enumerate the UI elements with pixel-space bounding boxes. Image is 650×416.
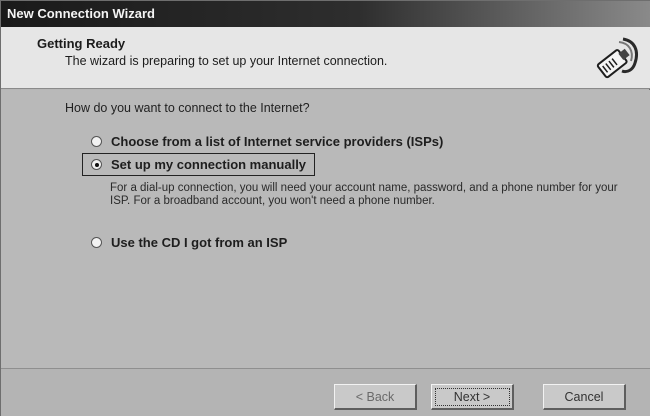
wizard-body: How do you want to connect to the Intern…: [1, 90, 650, 368]
radio-setup-manually[interactable]: [91, 159, 102, 170]
radio-choose-isp[interactable]: [91, 136, 102, 147]
title-bar: New Connection Wizard: [1, 1, 650, 27]
option-choose-isp[interactable]: Choose from a list of Internet service p…: [91, 134, 443, 149]
connection-question: How do you want to connect to the Intern…: [65, 101, 310, 115]
wizard-window: New Connection Wizard Getting Ready The …: [0, 0, 650, 416]
header-title: Getting Ready: [37, 36, 126, 51]
header-subtitle: The wizard is preparing to set up your I…: [65, 54, 388, 68]
option-choose-isp-label: Choose from a list of Internet service p…: [111, 134, 444, 149]
option-use-cd[interactable]: Use the CD I got from an ISP: [91, 235, 287, 250]
wizard-footer: < Back Next > Cancel: [1, 368, 650, 416]
window-title: New Connection Wizard: [7, 6, 155, 21]
cancel-button[interactable]: Cancel: [543, 384, 626, 410]
option-setup-manually-label: Set up my connection manually: [111, 157, 307, 172]
option-use-cd-label: Use the CD I got from an ISP: [111, 235, 288, 250]
manual-description: For a dial-up connection, you will need …: [110, 182, 618, 207]
wizard-header: Getting Ready The wizard is preparing to…: [1, 27, 650, 89]
radio-use-cd[interactable]: [91, 237, 102, 248]
network-cable-icon: [593, 33, 643, 83]
option-setup-manually[interactable]: Set up my connection manually: [82, 153, 316, 176]
back-button[interactable]: < Back: [334, 384, 417, 410]
next-button[interactable]: Next >: [431, 384, 514, 410]
